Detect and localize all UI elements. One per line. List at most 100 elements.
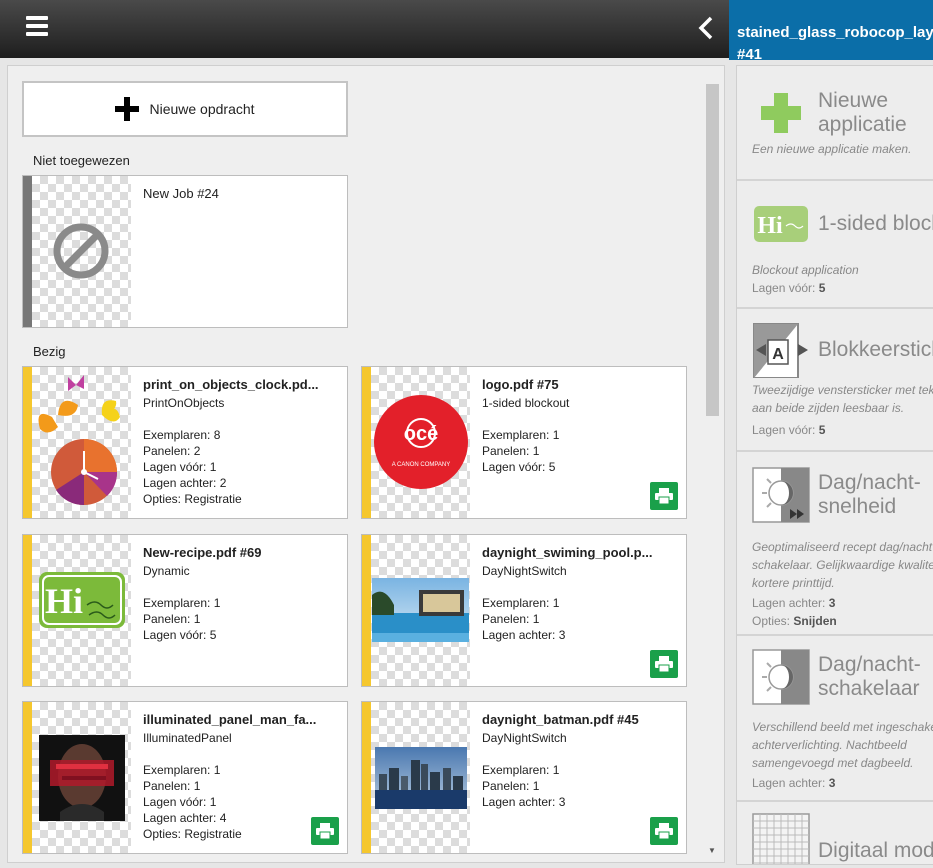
status-stripe	[362, 702, 371, 853]
blockout-sticker-icon: A	[753, 323, 808, 378]
application-list-panel: Nieuwe applicatie Een nieuwe applicatie …	[736, 65, 933, 865]
job-thumbnail	[32, 367, 131, 518]
app-description: Blockout application	[752, 263, 859, 277]
svg-text:A: A	[772, 346, 784, 363]
job-card[interactable]: océ A CANON COMPANY logo.pdf #75 1-sided…	[361, 366, 687, 519]
plus-icon	[761, 93, 801, 133]
chevron-left-icon[interactable]	[696, 14, 716, 42]
new-job-button[interactable]: Nieuwe opdracht	[22, 81, 348, 137]
job-card[interactable]: Hi New-recipe.pdf #69 Dynamic Exemplaren…	[22, 534, 348, 687]
app-name: Nieuwe	[818, 89, 889, 112]
plus-icon	[115, 97, 140, 121]
app-meta: Opties: Snijden	[752, 614, 837, 628]
oce-logo-thumbnail: océ A CANON COMPANY	[374, 395, 468, 489]
job-thumbnail: Hi	[32, 535, 131, 686]
print-button[interactable]	[650, 817, 678, 845]
job-detail: Exemplaren: 1	[143, 763, 221, 777]
job-detail: Exemplaren: 1	[482, 596, 560, 610]
job-type: DayNightSwitch	[482, 731, 567, 745]
app-name: Blokkeersticker	[818, 338, 933, 361]
job-detail: Exemplaren: 1	[482, 428, 560, 442]
svg-text:Hi: Hi	[757, 213, 783, 239]
status-stripe	[23, 176, 32, 327]
app-description: Een nieuwe applicatie maken.	[752, 142, 912, 156]
status-stripe	[362, 367, 371, 518]
job-detail: Panelen: 1	[482, 444, 540, 458]
print-button[interactable]	[650, 482, 678, 510]
printer-icon	[655, 823, 673, 839]
print-button[interactable]	[650, 650, 678, 678]
scrollbar-thumb[interactable]	[706, 84, 719, 416]
hi-logo-icon: Hi	[754, 206, 808, 242]
app-name: snelheid	[818, 495, 897, 518]
menu-icon[interactable]	[26, 16, 48, 38]
app-description: achterverlichting. Nachtbeeld	[752, 738, 907, 752]
new-job-label: Nieuwe opdracht	[149, 101, 255, 117]
app-description: schakelaar. Gelijkwaardige kwaliteit	[752, 558, 933, 572]
printer-icon	[316, 823, 334, 839]
job-type: 1-sided blockout	[482, 396, 570, 410]
job-type: DayNightSwitch	[482, 564, 567, 578]
app-description: Geoptimaliseerd recept dag/nacht	[752, 540, 933, 554]
status-stripe	[23, 702, 32, 853]
job-type: PrintOnObjects	[143, 396, 225, 410]
job-card[interactable]: daynight_batman.pdf #45 DayNightSwitch E…	[361, 701, 687, 854]
printer-icon	[655, 488, 673, 504]
job-detail: Lagen achter: 3	[482, 795, 566, 809]
selected-job-title-line2: #41	[737, 46, 763, 60]
scroll-down-arrow-icon[interactable]: ▼	[708, 846, 716, 855]
job-title: New-recipe.pdf #69	[143, 545, 262, 560]
job-title: print_on_objects_clock.pd...	[143, 377, 319, 392]
app-dag-nacht-snelheid[interactable]: Dag/nacht- snelheid Geoptimaliseerd rece…	[737, 452, 933, 636]
app-1-sided-blockout[interactable]: Hi 1-sided blockout Blockout application…	[737, 181, 933, 309]
app-name: 1-sided blockout	[818, 212, 933, 235]
job-detail: Lagen vóór: 1	[143, 795, 217, 809]
job-card[interactable]: print_on_objects_clock.pd... PrintOnObje…	[22, 366, 348, 519]
job-detail: Opties: Registratie	[143, 827, 242, 841]
job-detail: Lagen vóór: 5	[482, 460, 556, 474]
app-new-application[interactable]: Nieuwe applicatie Een nieuwe applicatie …	[737, 66, 933, 181]
clock-butterflies-thumbnail	[38, 375, 120, 506]
app-meta: Lagen vóór: 5	[752, 281, 826, 295]
job-detail: Lagen achter: 2	[143, 476, 227, 490]
job-type: Dynamic	[143, 564, 190, 578]
oce-logo-subtext: A CANON COMPANY	[392, 462, 451, 468]
job-detail: Opties: Registratie	[143, 492, 242, 506]
job-detail: Panelen: 1	[482, 612, 540, 626]
job-card[interactable]: illuminated_panel_man_fa... IlluminatedP…	[22, 701, 348, 854]
selected-job-title: stained_glass_robocop_layers.pdf #41	[729, 0, 933, 60]
app-digitaal-model[interactable]: Digitaal model	[737, 802, 933, 864]
app-description: aan beide zijden leesbaar is.	[752, 401, 905, 415]
job-detail: Panelen: 1	[143, 779, 201, 793]
job-detail: Exemplaren: 1	[482, 763, 560, 777]
app-meta: Lagen achter: 3	[752, 776, 836, 790]
app-name: Dag/nacht-	[818, 471, 921, 494]
status-stripe	[362, 535, 371, 686]
job-detail: Lagen vóór: 5	[143, 628, 217, 642]
job-detail: Lagen achter: 4	[143, 811, 227, 825]
job-title: daynight_batman.pdf #45	[482, 712, 639, 727]
job-type: IlluminatedPanel	[143, 731, 232, 745]
app-meta: Lagen achter: 3	[752, 596, 836, 610]
print-button[interactable]	[311, 817, 339, 845]
app-name: Dag/nacht-	[818, 653, 921, 676]
job-title: illuminated_panel_man_fa...	[143, 712, 317, 727]
job-thumbnail: océ A CANON COMPANY	[371, 367, 470, 518]
hi-logo-thumbnail: Hi	[39, 572, 125, 628]
app-dag-nacht-schakelaar[interactable]: Dag/nacht- schakelaar Verschillend beeld…	[737, 636, 933, 802]
no-image-icon	[53, 223, 109, 279]
app-name: schakelaar	[818, 677, 920, 700]
job-list-panel: Nieuwe opdracht Niet toegewezen New Job …	[7, 65, 725, 863]
job-card[interactable]: daynight_swiming_pool.p... DayNightSwitc…	[361, 534, 687, 687]
job-thumbnail	[32, 176, 131, 327]
job-detail: Panelen: 1	[482, 779, 540, 793]
app-name: Digitaal model	[818, 839, 933, 862]
section-unassigned: Niet toegewezen	[33, 153, 130, 168]
app-description: Tweezijdige venstersticker met tekst	[752, 383, 933, 397]
job-title: logo.pdf #75	[482, 377, 559, 392]
job-title: New Job #24	[143, 186, 219, 201]
grid-model-icon	[752, 813, 810, 864]
app-blokkeersticker[interactable]: A Blokkeersticker Tweezijdige venstersti…	[737, 309, 933, 452]
section-busy: Bezig	[33, 344, 66, 359]
unassigned-job-card[interactable]: New Job #24	[22, 175, 348, 328]
